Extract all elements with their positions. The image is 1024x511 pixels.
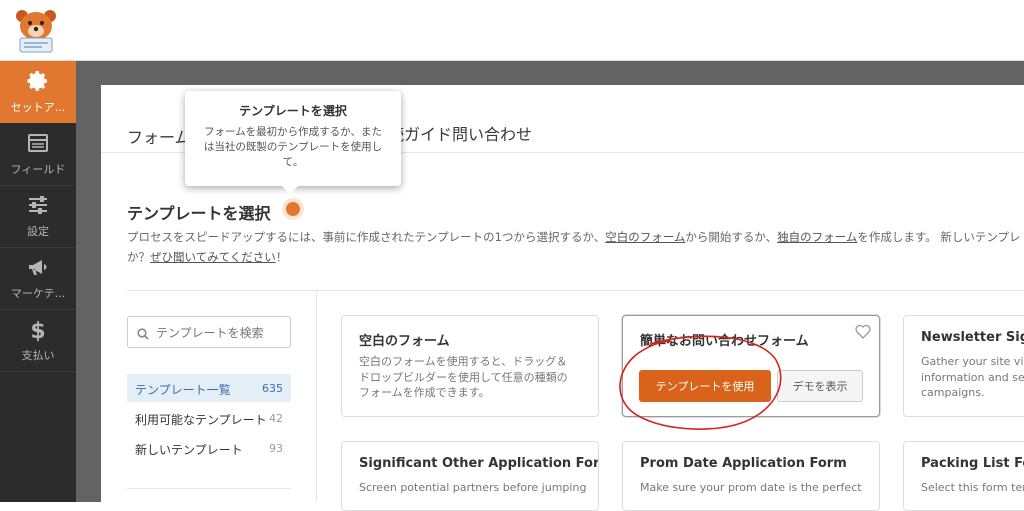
category-all-templates[interactable]: テンプレート一覧 635: [127, 374, 291, 402]
blank-form-link[interactable]: 空白のフォーム: [605, 230, 685, 244]
builder-sidebar: セットア... フィールド 設定 マーケテ... $ 支払い: [0, 61, 76, 502]
tour-hotspot[interactable]: [286, 202, 300, 216]
sidebar-item-settings[interactable]: 設定: [0, 185, 76, 248]
category-label: 利用可能なテンプレート: [135, 413, 267, 427]
desc-text: か？: [127, 250, 150, 264]
card-description: 空白のフォームを使用すると、ドラッグ＆ ドロップビルダーを使用して任意の種類の …: [359, 354, 568, 401]
card-desc-line: information and sen: [921, 370, 1024, 384]
form-name-value[interactable]: 続ガイド問い合わせ: [388, 121, 532, 145]
sidebar-item-label: 設定: [27, 225, 49, 238]
template-card-simple-contact[interactable]: 簡単なお問い合わせフォーム テンプレートを使用 デモを表示: [622, 315, 880, 417]
sidebar-item-label: セットア...: [10, 101, 66, 114]
card-description: Screen potential partners before jumping: [359, 480, 586, 496]
card-desc-line: Screen potential partners before jumping: [359, 481, 587, 494]
divider: [127, 290, 1024, 291]
desc-text: を作成します。 新しいテンプレ: [857, 230, 1021, 244]
sidebar-item-label: フィールド: [10, 163, 66, 176]
form-name-label: フォーム: [127, 128, 191, 147]
category-label: テンプレート一覧: [135, 383, 231, 397]
megaphone-icon: [0, 255, 76, 283]
dollar-icon: $: [0, 317, 76, 345]
top-bar: [0, 0, 1024, 61]
card-title: Packing List Form: [921, 456, 1024, 471]
card-description: Select this form term: [921, 480, 1024, 496]
category-count: 42: [269, 412, 283, 425]
card-desc-line: フォームを作成できます。: [359, 386, 490, 399]
card-desc-line: Gather your site visit: [921, 355, 1024, 368]
category-count: 93: [269, 442, 283, 455]
column-divider: [316, 290, 317, 502]
template-card-packing-list[interactable]: Packing List Form Select this form term: [903, 441, 1024, 511]
category-count: 635: [262, 382, 283, 395]
tour-tooltip: テンプレートを選択 フォームを最初から作成するか、または当社の既製のテンプレート…: [185, 91, 401, 194]
card-title: Prom Date Application Form: [640, 456, 847, 471]
category-available-templates[interactable]: 利用可能なテンプレート 42: [127, 404, 291, 432]
template-card-blank[interactable]: 空白のフォーム 空白のフォームを使用すると、ドラッグ＆ ドロップビルダーを使用し…: [341, 315, 599, 417]
tooltip-body: フォームを最初から作成するか、または当社の既製のテンプレートを使用して。: [203, 126, 383, 168]
card-title: Significant Other Application Form: [359, 456, 599, 471]
desc-text: ！: [275, 250, 288, 264]
svg-text:$: $: [30, 319, 45, 343]
sidebar-item-marketing[interactable]: マーケテ...: [0, 247, 76, 310]
sidebar-item-label: 支払い: [21, 349, 55, 362]
card-desc-line: Select this form term: [921, 481, 1024, 494]
desc-text: から開始するか、: [685, 230, 778, 244]
card-desc-line: 空白のフォームを使用すると、ドラッグ＆: [359, 355, 568, 368]
fields-icon: [0, 131, 76, 159]
card-description: Make sure your prom date is the perfect: [640, 480, 862, 496]
sidebar-item-payments[interactable]: $ 支払い: [0, 309, 76, 372]
sliders-icon: [0, 193, 76, 221]
category-label: 新しいテンプレート: [135, 443, 243, 457]
desc-text: プロセスをスピードアップするには、事前に作成されたテンプレートの1つから選択する…: [127, 230, 606, 244]
card-title: 空白のフォーム: [359, 334, 450, 349]
suggest-template-link[interactable]: ぜひ聞いてみてください: [150, 250, 276, 264]
view-demo-button[interactable]: デモを表示: [777, 370, 863, 402]
template-card-prom-date[interactable]: Prom Date Application Form Make sure you…: [622, 441, 880, 511]
card-desc-line: Make sure your prom date is the perfect: [640, 481, 862, 494]
section-title: テンプレートを選択: [127, 204, 271, 223]
template-search[interactable]: [127, 316, 291, 348]
bear-logo-icon: [16, 10, 56, 53]
card-title: Newsletter Signu: [921, 330, 1024, 345]
sidebar-item-fields[interactable]: フィールド: [0, 123, 76, 186]
template-card-significant-other[interactable]: Significant Other Application Form Scree…: [341, 441, 599, 511]
gear-icon: [0, 69, 76, 97]
search-icon: [137, 325, 149, 344]
card-desc-line: ドロップビルダーを使用して任意の種類の: [359, 370, 568, 384]
card-title: 簡単なお問い合わせフォーム: [640, 334, 809, 349]
divider: [127, 488, 291, 489]
template-card-newsletter[interactable]: Newsletter Signu Gather your site visit …: [903, 315, 1024, 417]
section-description: プロセスをスピードアップするには、事前に作成されたテンプレートの1つから選択する…: [127, 227, 1024, 267]
custom-form-link[interactable]: 独自のフォーム: [777, 230, 857, 244]
card-description: Gather your site visit information and s…: [921, 354, 1024, 401]
sidebar-item-label: マーケテ...: [10, 287, 66, 300]
sidebar-item-setup[interactable]: セットア...: [0, 61, 76, 123]
tooltip-title: テンプレートを選択: [239, 104, 347, 118]
category-new-templates[interactable]: 新しいテンプレート 93: [127, 434, 291, 462]
heart-icon[interactable]: [855, 324, 871, 343]
card-desc-line: campaigns.: [921, 386, 985, 399]
use-template-button[interactable]: テンプレートを使用: [639, 370, 771, 402]
search-input[interactable]: [154, 322, 290, 344]
